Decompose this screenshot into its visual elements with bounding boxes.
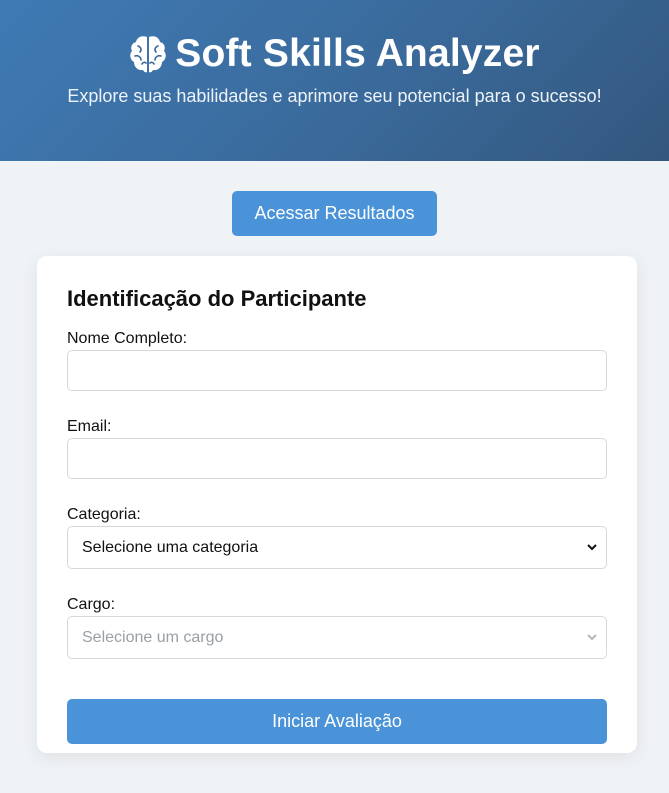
app-title: Soft Skills Analyzer bbox=[175, 32, 540, 75]
results-button-wrapper: Acessar Resultados bbox=[0, 191, 669, 236]
app-subtitle: Explore suas habilidades e aprimore seu … bbox=[67, 86, 602, 106]
email-input[interactable] bbox=[67, 438, 607, 479]
start-evaluation-button[interactable]: Iniciar Avaliação bbox=[67, 699, 607, 744]
brain-icon bbox=[130, 36, 166, 73]
name-input[interactable] bbox=[67, 350, 607, 391]
role-select[interactable]: Selecione um cargo bbox=[67, 616, 607, 659]
name-label: Nome Completo: bbox=[67, 330, 188, 347]
email-label: Email: bbox=[67, 418, 112, 435]
category-label: Categoria: bbox=[67, 506, 141, 523]
form-heading: Identificação do Participante bbox=[67, 286, 367, 311]
category-selected-value: Selecione uma categoria bbox=[82, 538, 259, 556]
page-header: Soft Skills Analyzer Explore suas habili… bbox=[0, 0, 669, 161]
category-select[interactable]: Selecione uma categoria bbox=[67, 526, 607, 569]
title-row: Soft Skills Analyzer bbox=[0, 32, 669, 76]
role-selected-value: Selecione um cargo bbox=[82, 628, 224, 646]
role-label: Cargo: bbox=[67, 596, 116, 613]
access-results-button[interactable]: Acessar Resultados bbox=[232, 191, 437, 236]
chevron-down-icon bbox=[587, 544, 597, 551]
participant-form-card: Identificação do Participante Nome Compl… bbox=[37, 256, 637, 753]
chevron-down-icon bbox=[587, 634, 597, 641]
